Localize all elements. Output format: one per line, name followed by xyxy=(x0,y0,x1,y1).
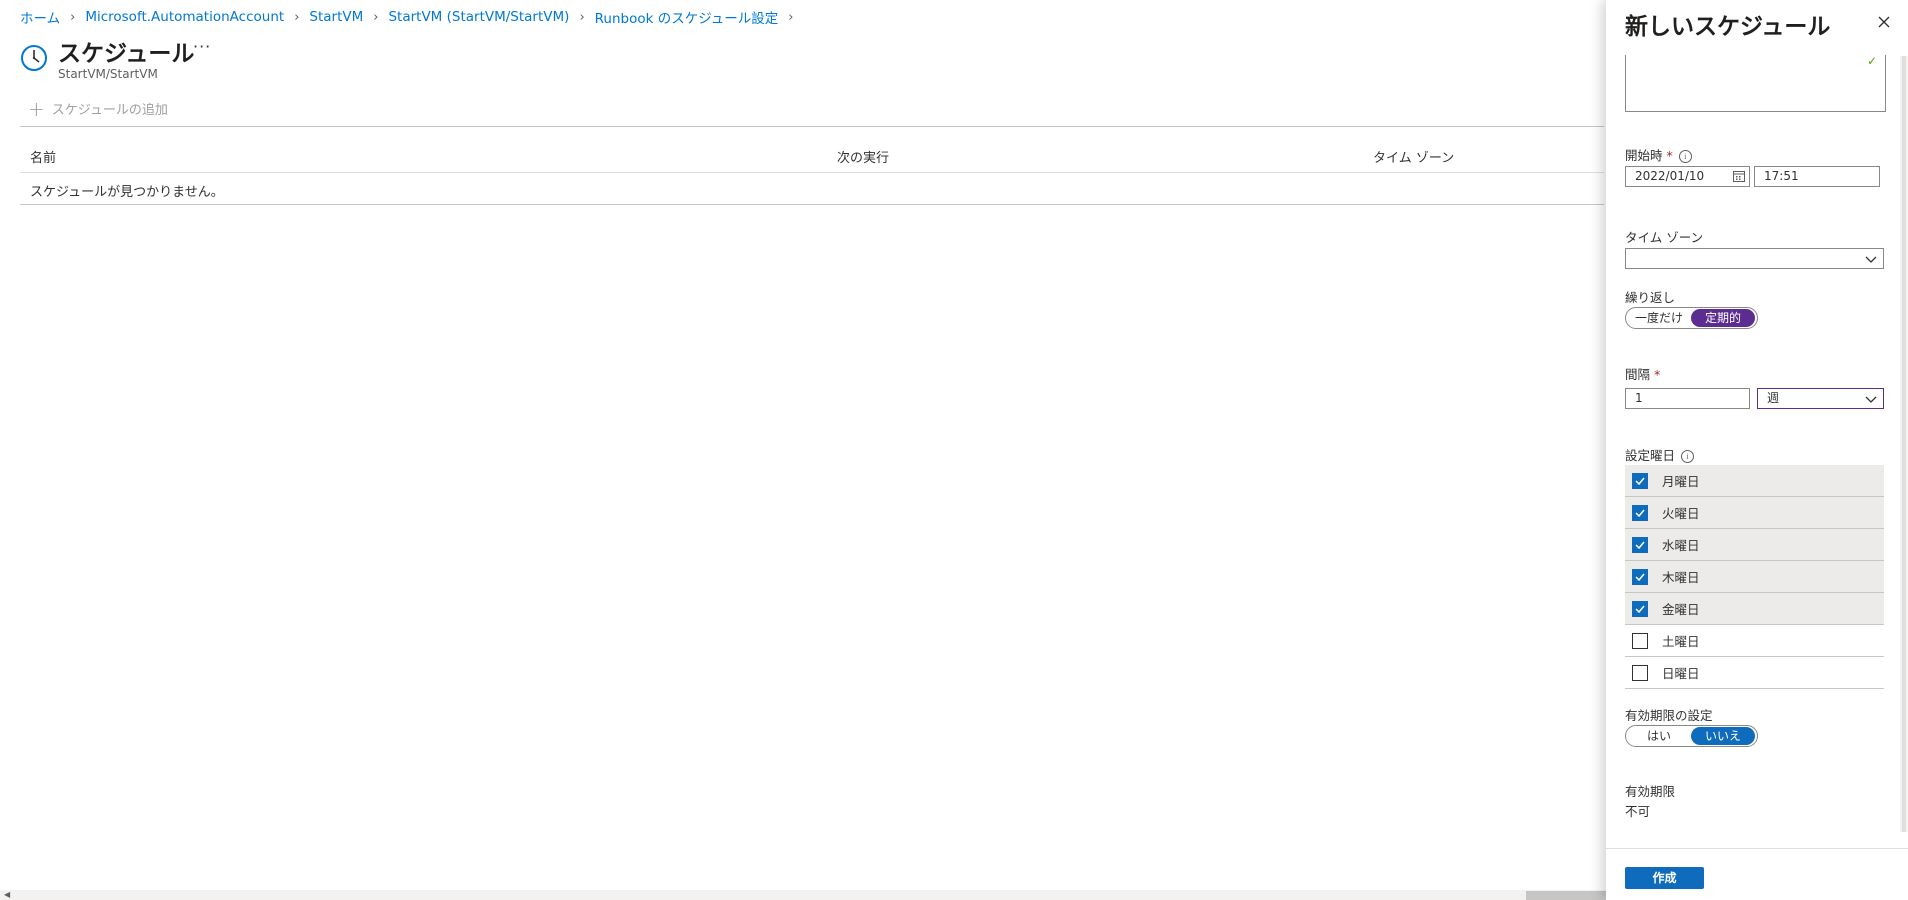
add-schedule-button[interactable]: + スケジュールの追加 xyxy=(28,96,168,121)
interval-unit-select[interactable]: 週 xyxy=(1757,388,1884,409)
expiry-label: 有効期限 xyxy=(1625,784,1676,799)
column-header-next-run[interactable]: 次の実行 xyxy=(837,147,889,166)
grid-header: 名前 次の実行 タイム ゾーン xyxy=(20,144,1604,173)
checkbox-checked[interactable] xyxy=(1632,536,1648,553)
start-date-input[interactable]: 2022/01/10 xyxy=(1625,166,1750,187)
expiry-no-option[interactable]: いいえ xyxy=(1691,727,1755,745)
plus-icon: + xyxy=(28,96,45,121)
info-icon[interactable]: i xyxy=(1681,450,1695,463)
weekday-row-saturday[interactable]: 土曜日 xyxy=(1625,625,1884,657)
interval-input[interactable]: 1 xyxy=(1625,388,1750,409)
timezone-select[interactable] xyxy=(1625,248,1884,269)
weekday-row-tuesday[interactable]: 火曜日 xyxy=(1625,497,1884,529)
weekday-label: 火曜日 xyxy=(1662,506,1700,521)
create-button[interactable]: 作成 xyxy=(1625,867,1704,889)
add-schedule-label: スケジュールの追加 xyxy=(51,103,168,118)
empty-message: スケジュールが見つかりません。 xyxy=(30,185,224,200)
required-mark: * xyxy=(1654,367,1661,382)
panel-footer-divider xyxy=(1606,848,1908,849)
repeat-once-option[interactable]: 一度だけ xyxy=(1627,309,1691,327)
weekday-label: 土曜日 xyxy=(1662,634,1700,649)
chevron-right-icon: › xyxy=(788,9,794,25)
weekday-list: 月曜日 火曜日 水曜日 木曜日 金曜日 土曜日 日曜日 xyxy=(1625,465,1884,689)
breadcrumb-automation-account[interactable]: Microsoft.AutomationAccount xyxy=(85,9,284,25)
expiry-yes-option[interactable]: はい xyxy=(1627,727,1691,745)
checkbox-checked[interactable] xyxy=(1632,568,1648,585)
info-icon[interactable]: i xyxy=(1678,150,1692,163)
chevron-right-icon: › xyxy=(579,9,585,25)
weekday-label: 木曜日 xyxy=(1662,570,1700,585)
checkbox-checked[interactable] xyxy=(1632,600,1648,617)
column-header-name[interactable]: 名前 xyxy=(30,147,56,166)
toolbar-divider xyxy=(20,126,1604,127)
repeat-recurring-option[interactable]: 定期的 xyxy=(1691,309,1755,327)
clock-icon xyxy=(19,43,51,75)
checkbox-unchecked[interactable] xyxy=(1632,664,1648,681)
more-options-button[interactable]: ··· xyxy=(193,37,211,56)
horizontal-scrollbar[interactable] xyxy=(0,890,1606,900)
horizontal-scrollbar-thumb[interactable] xyxy=(1526,891,1606,900)
calendar-icon[interactable] xyxy=(1733,170,1745,182)
chevron-right-icon: › xyxy=(70,9,76,25)
start-time-input[interactable]: 17:51 xyxy=(1754,166,1880,187)
panel-title: 新しいスケジュール xyxy=(1625,14,1831,40)
grid-divider xyxy=(20,204,1604,205)
breadcrumb-startvm-runbook[interactable]: StartVM (StartVM/StartVM) xyxy=(388,9,569,25)
page-subtitle: StartVM/StartVM xyxy=(58,67,158,81)
breadcrumb-startvm[interactable]: StartVM xyxy=(309,9,363,25)
weekday-row-sunday[interactable]: 日曜日 xyxy=(1625,657,1884,689)
start-time-label: 開始時 * i xyxy=(1625,145,1692,164)
weekday-label: 日曜日 xyxy=(1662,666,1700,681)
weekday-label: 月曜日 xyxy=(1662,474,1700,489)
chevron-right-icon: › xyxy=(373,9,379,25)
expiry-setting-label: 有効期限の設定 xyxy=(1625,708,1713,723)
checkbox-unchecked[interactable] xyxy=(1632,632,1648,649)
expiry-toggle: はい いいえ xyxy=(1625,725,1758,747)
column-header-timezone[interactable]: タイム ゾーン xyxy=(1373,147,1454,166)
weekday-row-thursday[interactable]: 木曜日 xyxy=(1625,561,1884,593)
interval-unit-value: 週 xyxy=(1767,391,1780,405)
page-title: スケジュール xyxy=(58,41,195,67)
checkbox-checked[interactable] xyxy=(1632,472,1648,489)
interval-label: 間隔 * xyxy=(1625,367,1661,382)
timezone-label: タイム ゾーン xyxy=(1625,230,1704,245)
weekday-row-monday[interactable]: 月曜日 xyxy=(1625,465,1884,497)
weekdays-label: 設定曜日 i xyxy=(1625,445,1695,464)
weekday-row-wednesday[interactable]: 水曜日 xyxy=(1625,529,1884,561)
checkmark-icon: ✓ xyxy=(1867,54,1878,68)
weekday-row-friday[interactable]: 金曜日 xyxy=(1625,593,1884,625)
required-mark: * xyxy=(1666,148,1673,163)
scroll-left-icon[interactable]: ◀ xyxy=(4,890,10,899)
weekday-label: 金曜日 xyxy=(1662,602,1700,617)
panel-scrollbar-thumb[interactable] xyxy=(1902,56,1906,832)
repeat-toggle: 一度だけ 定期的 xyxy=(1625,307,1758,329)
expiry-value: 不可 xyxy=(1625,804,1651,819)
chevron-down-icon xyxy=(1865,396,1877,403)
repeat-label: 繰り返し xyxy=(1625,290,1676,305)
weekday-label: 水曜日 xyxy=(1662,538,1700,553)
description-textarea[interactable] xyxy=(1625,55,1886,112)
close-icon[interactable] xyxy=(1874,12,1894,32)
chevron-right-icon: › xyxy=(294,9,300,25)
breadcrumb: ホーム › Microsoft.AutomationAccount › Star… xyxy=(20,7,793,27)
checkbox-checked[interactable] xyxy=(1632,504,1648,521)
breadcrumb-home[interactable]: ホーム xyxy=(20,7,60,27)
chevron-down-icon xyxy=(1865,256,1877,263)
breadcrumb-runbook-schedule[interactable]: Runbook のスケジュール設定 xyxy=(595,7,779,27)
